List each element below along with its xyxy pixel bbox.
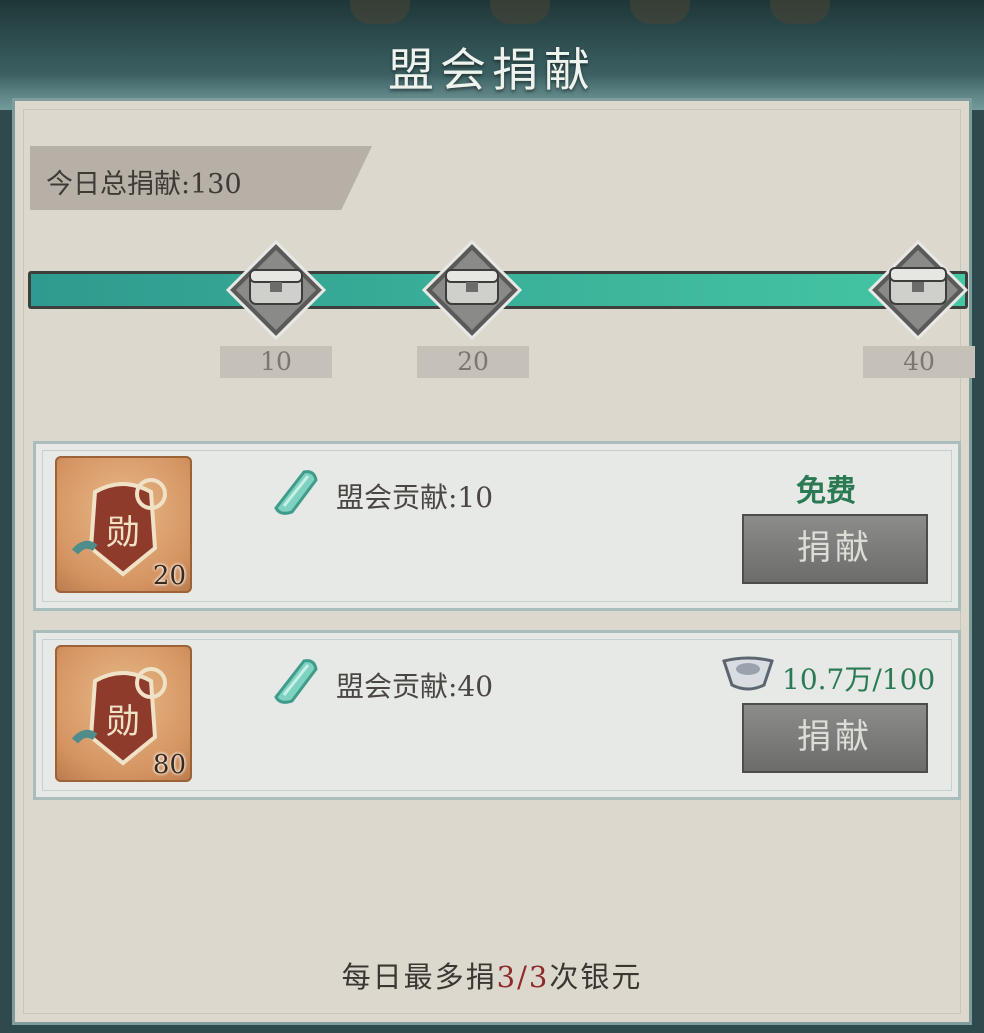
reward-text: 盟会贡献:40 [336, 670, 494, 703]
merit-medal-icon: 勋 80 [55, 645, 192, 782]
cost-free-label: 免费 [796, 474, 856, 509]
silver-ingot-icon [722, 656, 774, 691]
treasure-chest-icon[interactable] [422, 240, 522, 340]
merit-medal-icon: 勋 20 [55, 456, 192, 593]
milestone-label: 20 [417, 346, 529, 378]
milestone-label: 40 [863, 346, 975, 378]
treasure-chest-icon[interactable] [226, 240, 326, 340]
treasure-chest-icon[interactable] [868, 240, 968, 340]
daily-limit-prefix: 每日最多捐 [341, 960, 497, 994]
milestone-label: 10 [220, 346, 332, 378]
item-count: 20 [152, 561, 186, 591]
daily-limit-count: 3/3 [496, 960, 550, 994]
header-ornament [770, 0, 830, 24]
jade-token-icon [274, 470, 318, 515]
item-count: 80 [152, 750, 186, 780]
header-ornament [350, 0, 410, 24]
reward-text: 盟会贡献:10 [336, 481, 494, 514]
page-title: 盟会捐献 [388, 43, 596, 97]
daily-limit-note: 每日最多捐3/3次银元 [0, 954, 984, 996]
svg-text:勋: 勋 [106, 513, 140, 553]
header-ornament [630, 0, 690, 24]
donate-button[interactable]: 捐献 [742, 703, 928, 773]
jade-token-icon [274, 659, 318, 704]
svg-text:勋: 勋 [106, 702, 140, 742]
total-donation-label: 今日总捐献:130 [46, 169, 242, 200]
donate-button[interactable]: 捐献 [742, 514, 928, 584]
silver-cost-label: 10.7万/100 [782, 663, 936, 696]
header-ornament [490, 0, 550, 24]
daily-limit-suffix: 次银元 [549, 960, 643, 994]
